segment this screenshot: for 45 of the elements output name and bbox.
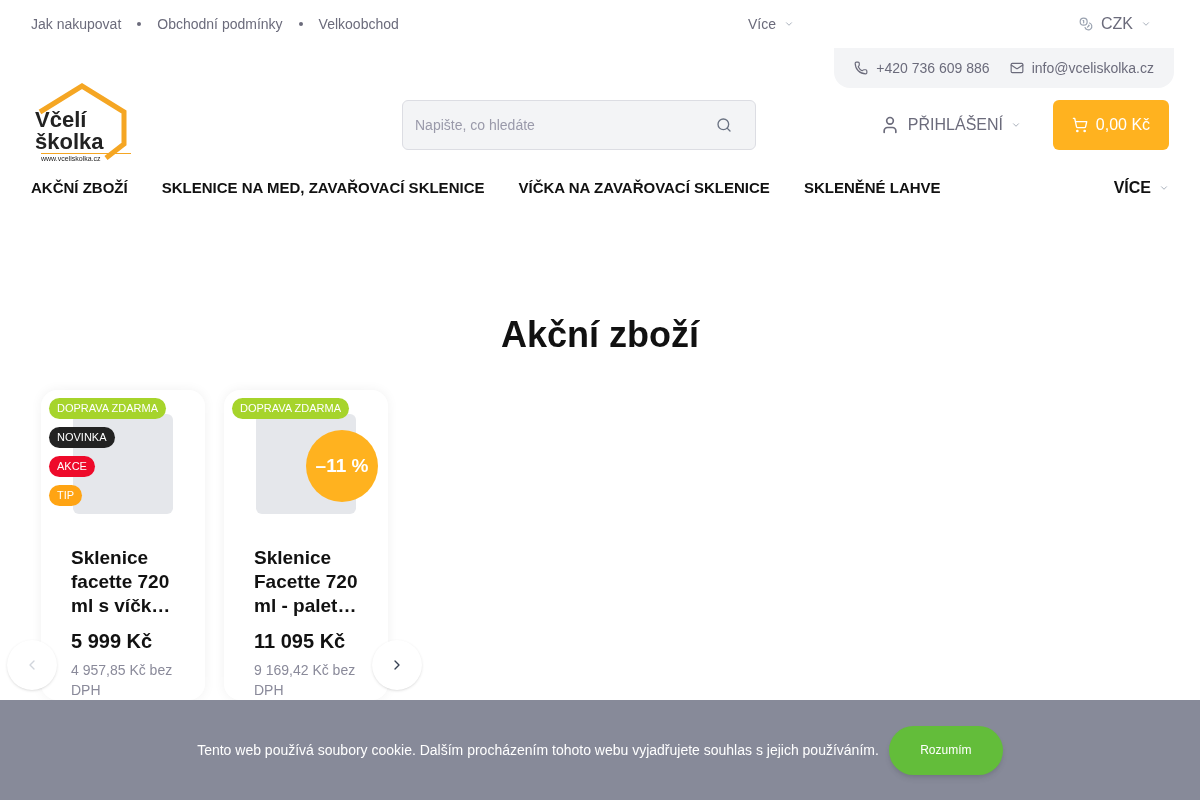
product-flag: AKCE <box>49 456 95 477</box>
currency-selector[interactable]: CZK <box>1101 12 1133 36</box>
search-icon[interactable] <box>716 117 732 133</box>
nav-link[interactable]: SKLENĚNÉ LAHVE <box>803 176 941 200</box>
phone-link[interactable]: +420 736 609 886 <box>876 57 990 79</box>
product-name[interactable]: Sklenice Facette 720 ml - palet… <box>254 546 358 618</box>
bullet-icon <box>137 22 142 26</box>
cookie-message: Tento web používá soubory cookie. Dalším procházením tohoto webu vyjadřujete souhlas s jejich používáním. <box>197 740 879 760</box>
caret-icon <box>784 19 794 29</box>
nav-more-link[interactable]: VÍCE <box>1113 176 1151 200</box>
product-flag: TIP <box>49 485 83 506</box>
cart-icon <box>1071 117 1088 133</box>
top-link[interactable]: Velkoobchod <box>318 13 399 35</box>
carousel-next-button[interactable] <box>372 640 422 690</box>
caret-icon <box>1011 120 1021 130</box>
login-link[interactable]: PŘIHLÁŠENÍ <box>907 113 1003 137</box>
carousel-prev-button[interactable] <box>7 640 57 690</box>
top-link[interactable]: Obchodní podmínky <box>157 13 283 35</box>
product-flag: NOVINKA <box>49 427 115 448</box>
top-link[interactable]: Jak nakupovat <box>31 13 122 35</box>
product-flag: DOPRAVA ZDARMA <box>232 398 350 419</box>
phone-icon <box>854 61 869 75</box>
product-card[interactable]: DOPRAVA ZDARMA NOVINKA AKCE TIP Sklenice facette 720 ml s víčk… 5 999 Kč 4 957,85 Kč bez DPH <box>41 390 205 700</box>
product-price: 11 095 Kč <box>254 629 347 654</box>
product-card[interactable]: DOPRAVA ZDARMA –11 % Sklenice Facette 720 ml - palet… 11 095 Kč 9 169,42 Kč bez DPH <box>224 390 388 700</box>
mail-icon <box>1009 61 1024 75</box>
caret-icon <box>1141 19 1151 29</box>
nav-link[interactable]: SKLENICE NA MED, ZAVAŘOVACÍ SKLENICE <box>161 176 485 200</box>
search-field[interactable]: Napište, co hledáte <box>402 100 756 150</box>
house-outline-icon <box>36 82 128 160</box>
nav-link[interactable]: AKČNÍ ZBOŽÍ <box>31 176 128 200</box>
currency-icon <box>1079 17 1093 31</box>
logo-text: školka <box>35 130 105 153</box>
product-name[interactable]: Sklenice facette 720 ml s víčk… <box>71 546 175 618</box>
section-heading: Akční zboží <box>500 313 701 357</box>
product-price: 5 999 Kč <box>71 629 154 654</box>
logo-text: Včelí <box>35 108 88 131</box>
price-without-vat: 9 169,42 Kč bez DPH <box>254 661 357 700</box>
bullet-icon <box>298 22 303 26</box>
email-link[interactable]: info@vceliskolka.cz <box>1031 57 1154 79</box>
product-flag: DOPRAVA ZDARMA <box>49 398 167 419</box>
more-link[interactable]: Více <box>748 13 776 35</box>
nav-link[interactable]: VÍČKA NA ZAVAŘOVACÍ SKLENICE <box>518 176 770 200</box>
caret-icon <box>1159 183 1169 193</box>
price-without-vat: 4 957,85 Kč bez DPH <box>71 661 174 700</box>
